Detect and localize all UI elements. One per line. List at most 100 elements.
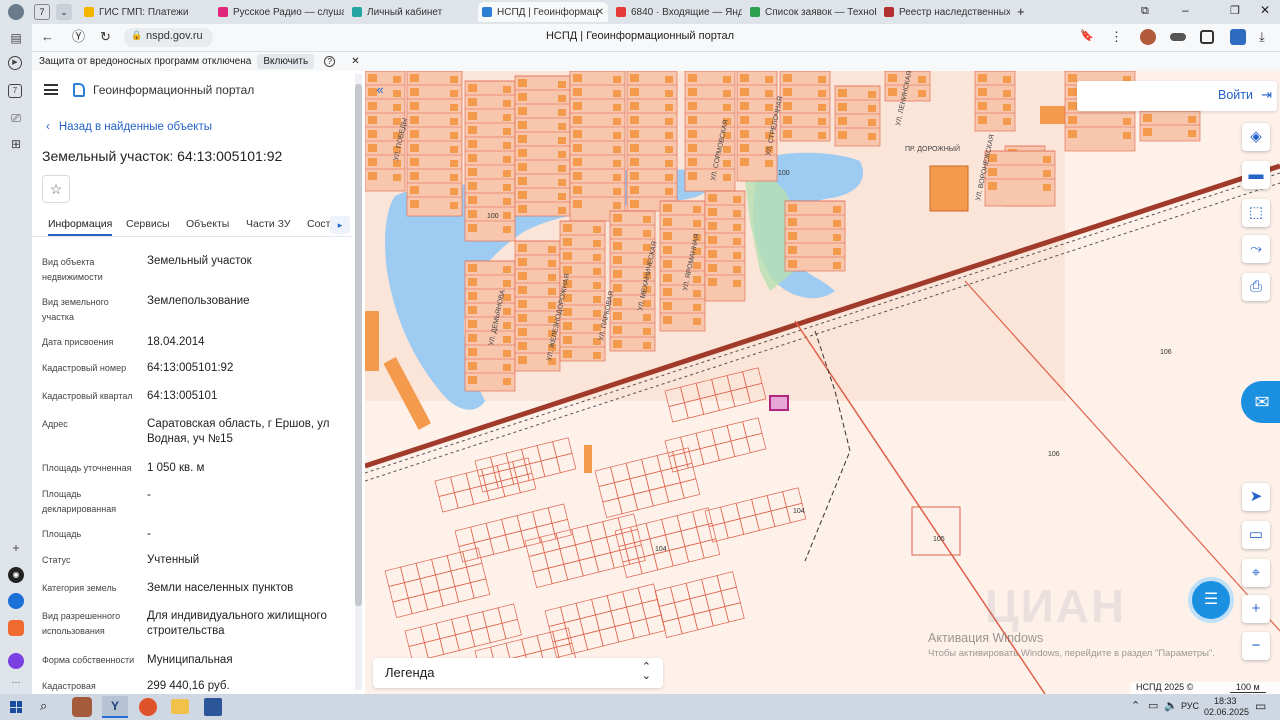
- login-label: Войти: [1218, 88, 1253, 102]
- notifications-icon[interactable]: ▭: [1255, 699, 1266, 713]
- collapse-panel-button[interactable]: «: [367, 77, 393, 103]
- language-indicator[interactable]: РУС: [1181, 701, 1199, 711]
- tab-title: Русское Радио — слушать: [233, 6, 344, 18]
- field-value: 64:13:005101: [147, 390, 218, 402]
- browser-tab[interactable]: Список заявок — ТехноК: [746, 2, 876, 22]
- house: [503, 322, 511, 329]
- house: [630, 172, 639, 180]
- layers-icon[interactable]: ◈: [1242, 123, 1270, 151]
- info-tab[interactable]: Части ЗУ: [246, 218, 291, 230]
- alice-icon[interactable]: [8, 653, 24, 669]
- word-icon[interactable]: [204, 698, 222, 716]
- ruler-icon[interactable]: ▬: [1242, 161, 1270, 189]
- bookmark-icon[interactable]: 🔖: [1080, 31, 1094, 42]
- chat-support-icon[interactable]: ✉: [1241, 381, 1280, 423]
- legend-bar[interactable]: Легенда ⌃ ⌄: [373, 658, 663, 688]
- house: [468, 84, 477, 92]
- browser-logo-icon[interactable]: [8, 4, 24, 20]
- browser-tab[interactable]: НСПД | Геоинформац ✕: [478, 2, 608, 22]
- close-tab-icon[interactable]: ✕: [596, 7, 604, 18]
- clock-date[interactable]: 02.06.2025: [1204, 707, 1249, 717]
- select-area-icon[interactable]: ⬚: [1242, 199, 1270, 227]
- info-tab[interactable]: Объекты: [186, 218, 229, 230]
- chat-bubble-button[interactable]: ☰: [1188, 577, 1234, 623]
- geolocation-icon[interactable]: ➤: [1242, 483, 1270, 511]
- more-menu-icon[interactable]: ⋮: [1110, 30, 1123, 43]
- tab-counter[interactable]: 7: [34, 4, 50, 20]
- house: [503, 128, 511, 135]
- house: [518, 356, 527, 364]
- taskbar-app-icon[interactable]: [72, 697, 92, 717]
- clock-time[interactable]: 18:33: [1214, 696, 1237, 706]
- minimap-icon[interactable]: ▭: [1242, 521, 1270, 549]
- info-tab[interactable]: Информация: [48, 218, 113, 236]
- media-play-icon[interactable]: ▶: [8, 56, 22, 70]
- new-tab-icon[interactable]: +: [1017, 4, 1025, 19]
- network-icon[interactable]: ▭: [1148, 699, 1158, 712]
- more-apps-icon[interactable]: ···: [8, 674, 24, 690]
- house: [723, 104, 731, 111]
- house: [663, 204, 672, 212]
- tab-favicon-icon: [352, 7, 362, 17]
- browser-tab[interactable]: Реестр наследственных д: [880, 2, 1010, 22]
- search-icon[interactable]: ⌕: [40, 698, 47, 714]
- close-infobar-icon[interactable]: ✕: [351, 56, 359, 67]
- info-tab[interactable]: Сервисы: [126, 218, 170, 230]
- help-icon[interactable]: ?: [324, 56, 336, 67]
- tray-chevron-icon[interactable]: ⌃: [1131, 699, 1140, 712]
- highlighted-parcel[interactable]: [769, 395, 789, 411]
- cadastral-map[interactable]: УЛ. ПОБЕДЫУЛ. ЖЕЛЕЗНОДОРОЖНАЯУЛ. ДЕМЬЯНО…: [365, 71, 1280, 694]
- print-icon[interactable]: ⎙: [1242, 273, 1270, 301]
- extension-icon[interactable]: [1200, 30, 1214, 44]
- app-icon[interactable]: [8, 593, 24, 609]
- extension-icon[interactable]: [1140, 29, 1156, 45]
- house: [393, 174, 401, 181]
- back-to-results-link[interactable]: ‹ Назад в найденные объекты: [46, 121, 212, 133]
- app-icon[interactable]: ◉: [8, 567, 24, 583]
- browser-tab[interactable]: 6840 · Входящие — Яндекс: [612, 2, 742, 22]
- extension-icon[interactable]: [1170, 33, 1186, 41]
- field-value: 1 050 кв. м: [147, 462, 205, 474]
- browser-tab[interactable]: Личный кабинет: [348, 2, 472, 22]
- calendar-icon[interactable]: 7: [8, 84, 22, 98]
- zoom-in-button[interactable]: +: [1242, 595, 1270, 623]
- yandex-browser-taskbar-icon[interactable]: Y: [102, 696, 128, 718]
- file-explorer-icon[interactable]: [171, 699, 189, 714]
- windows-taskbar: ⌕ Y ⌃ ▭ 🔈 РУС 18:33 02.06.2025 ▭: [0, 694, 1280, 720]
- portal-title[interactable]: Геоинформационный портал: [93, 83, 254, 97]
- location-search-icon[interactable]: ⌖: [1242, 559, 1270, 587]
- window-collapse-icon[interactable]: ⧉: [1141, 5, 1149, 18]
- mail-icon[interactable]: [8, 620, 24, 636]
- zoom-out-button[interactable]: −: [1242, 632, 1270, 660]
- add-icon[interactable]: +: [8, 540, 24, 556]
- close-window-icon[interactable]: ✕: [1260, 3, 1270, 17]
- browser-tab[interactable]: Русское Радио — слушать: [214, 2, 344, 22]
- house: [450, 188, 458, 195]
- restore-icon[interactable]: ❐: [1230, 4, 1240, 17]
- collections-icon[interactable]: ▤: [8, 30, 24, 46]
- hamburger-menu-icon[interactable]: [44, 84, 58, 95]
- extension-icon[interactable]: [1230, 29, 1246, 45]
- download-icon[interactable]: ⤓: [1259, 30, 1265, 43]
- apps-grid-icon[interactable]: ⊞: [8, 136, 24, 152]
- tabs-scroll-right-button[interactable]: ▸: [330, 216, 350, 234]
- house: [613, 188, 621, 195]
- house: [630, 130, 639, 138]
- volume-icon[interactable]: 🔈: [1164, 699, 1178, 712]
- house: [563, 238, 572, 246]
- house: [833, 220, 841, 227]
- start-button-icon[interactable]: [10, 701, 22, 713]
- screenshot-icon[interactable]: ⎚: [8, 110, 24, 126]
- taskbar-app-icon[interactable]: [139, 698, 157, 716]
- browser-tab[interactable]: ГИС ГМП: Платежи: [80, 2, 204, 22]
- minimize-icon[interactable]: –: [1182, 3, 1189, 17]
- tabs-dropdown-icon[interactable]: ⌄: [56, 4, 72, 20]
- share-icon[interactable]: ⤳: [1242, 235, 1270, 263]
- login-bar[interactable]: Войти ⇥: [1077, 81, 1277, 111]
- house: [1003, 118, 1011, 125]
- map-canvas[interactable]: УЛ. ПОБЕДЫ УЛ. ЖЕЛЕЗНОДОРОЖНАЯ УЛ. ДЕМЬЯНО…: [365, 71, 1280, 694]
- panel-scroll-thumb[interactable]: [355, 84, 362, 606]
- favorite-star-button[interactable]: ☆: [42, 175, 70, 203]
- house: [518, 205, 527, 213]
- enable-protection-button[interactable]: Включить: [257, 54, 315, 69]
